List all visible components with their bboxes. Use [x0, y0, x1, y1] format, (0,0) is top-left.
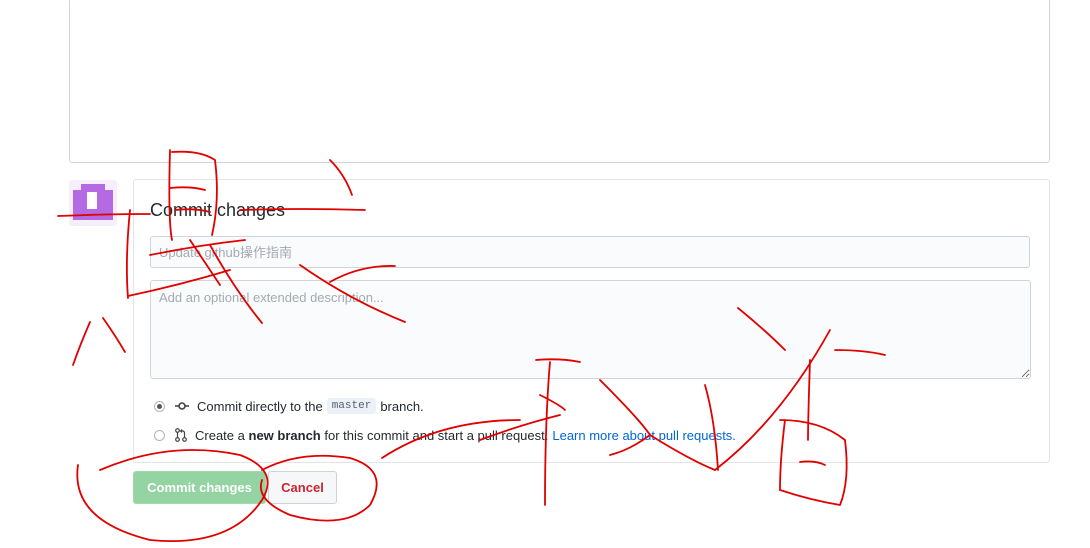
learn-more-pull-requests-link[interactable]: Learn more about pull requests. — [552, 428, 736, 443]
commit-directly-text: Commit directly to the — [197, 398, 323, 414]
cancel-button[interactable]: Cancel — [268, 471, 337, 504]
commit-description-input[interactable] — [150, 280, 1031, 379]
commit-summary-input[interactable] — [150, 236, 1030, 268]
new-branch-bold: new branch — [248, 427, 321, 443]
commit-directly-radio[interactable] — [154, 400, 165, 412]
new-branch-suffix: for this commit and start a pull request… — [324, 427, 549, 443]
git-pull-request-icon — [175, 428, 187, 442]
commit-changes-button[interactable]: Commit changes — [133, 471, 266, 504]
commit-panel-title: Commit changes — [150, 200, 286, 220]
file-editor-area[interactable] — [69, 0, 1050, 163]
new-branch-prefix: Create a — [195, 427, 245, 443]
git-commit-icon — [175, 401, 189, 411]
commit-directly-suffix: branch. — [380, 398, 424, 414]
new-branch-radio[interactable] — [154, 429, 165, 441]
option-commit-directly[interactable]: Commit directly to the master branch. — [154, 397, 424, 415]
branch-name-chip: master — [326, 398, 377, 414]
option-new-branch[interactable]: Create a new branch for this commit and … — [154, 426, 736, 444]
avatar-identicon — [73, 184, 113, 220]
